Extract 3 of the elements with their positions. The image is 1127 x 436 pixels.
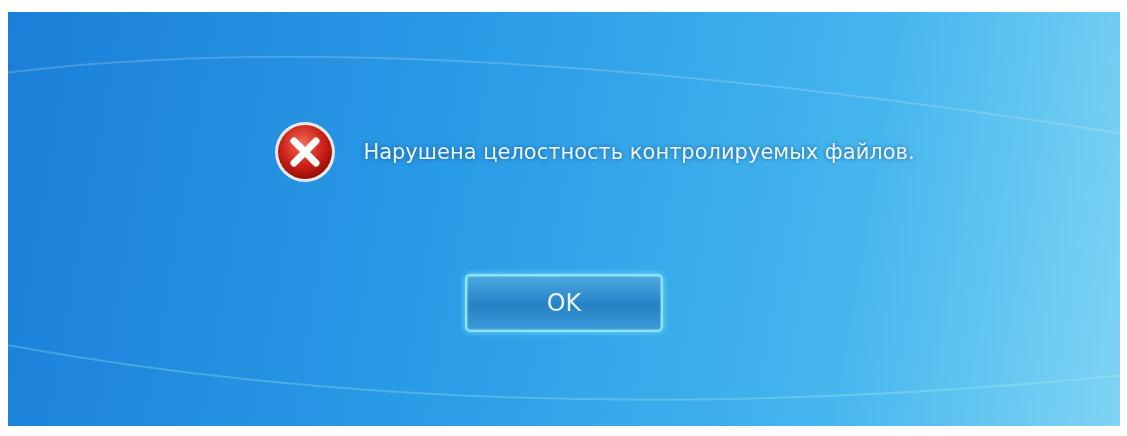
error-icon [273,120,338,184]
ok-button[interactable]: OK [465,274,663,332]
error-message: Нарушена целостность контролируемых файлов. [363,140,915,164]
